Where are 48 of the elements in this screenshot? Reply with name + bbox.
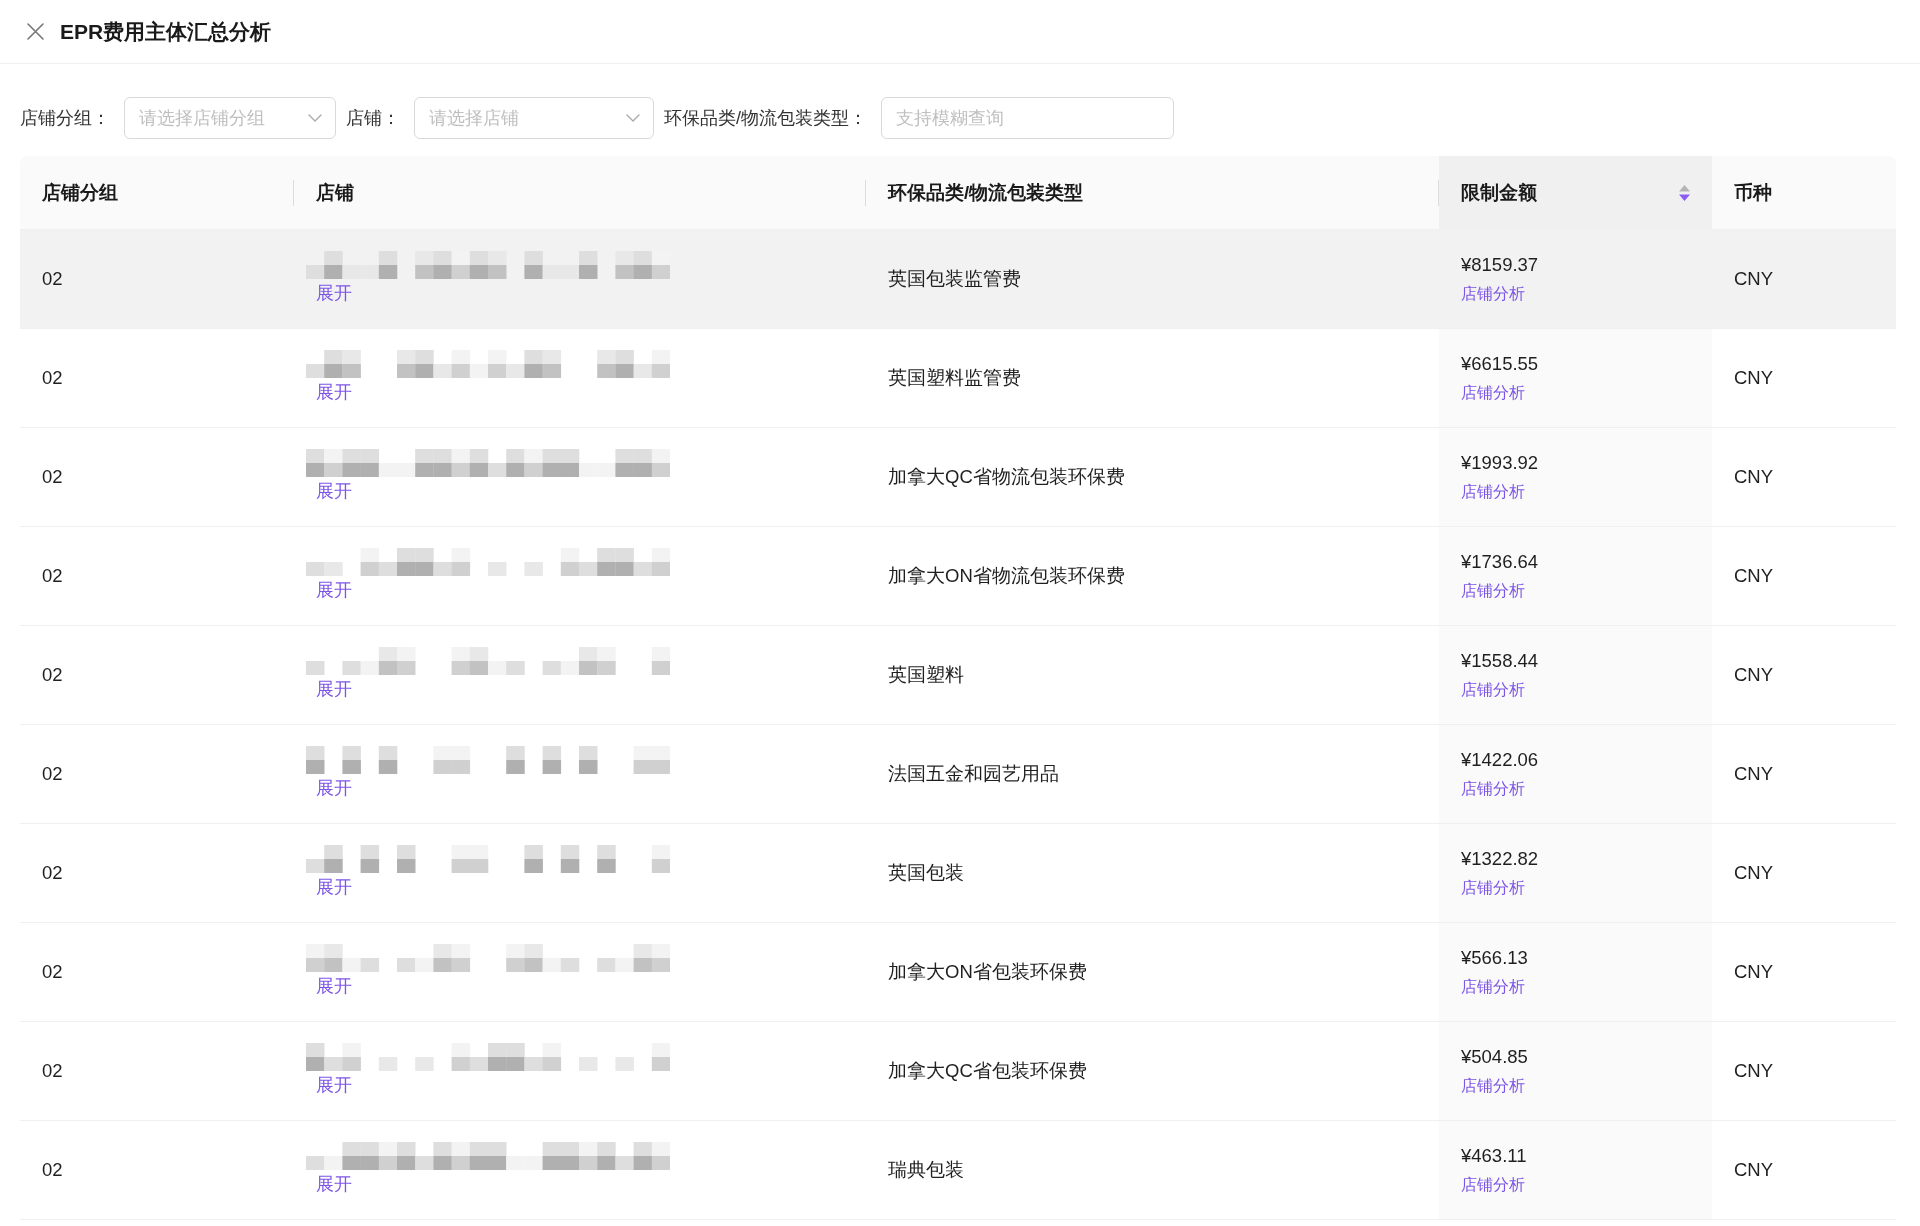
expand-link[interactable]: 展开 bbox=[316, 580, 352, 600]
column-header[interactable]: 限制金额 bbox=[1461, 178, 1537, 207]
store-analysis-link[interactable]: 店铺分析 bbox=[1461, 777, 1525, 801]
expand-link[interactable]: 展开 bbox=[316, 877, 352, 897]
select-field[interactable]: 请选择店铺分组 bbox=[124, 97, 336, 139]
expand-link[interactable]: 展开 bbox=[316, 1075, 352, 1095]
expand-link[interactable]: 展开 bbox=[316, 382, 352, 402]
column-header: 环保品类/物流包装类型 bbox=[888, 180, 1084, 205]
amount-text: ¥566.13 bbox=[1461, 946, 1529, 971]
amount-text: ¥504.85 bbox=[1461, 1045, 1529, 1070]
store-analysis-link[interactable]: 店铺分析 bbox=[1461, 975, 1525, 999]
expand-link[interactable]: 展开 bbox=[316, 283, 352, 303]
close-icon[interactable] bbox=[27, 23, 44, 40]
sort-icon[interactable] bbox=[1679, 184, 1690, 201]
amount-text: ¥1736.64 bbox=[1461, 550, 1540, 575]
table-cell: 02 bbox=[20, 1121, 294, 1220]
table-cell: CNY bbox=[1712, 1121, 1896, 1220]
expand-link[interactable]: 展开 bbox=[316, 1174, 352, 1194]
column-header: 币种 bbox=[1734, 180, 1772, 205]
filter-label: 店铺分组： bbox=[20, 106, 110, 130]
amount-text: ¥1322.82 bbox=[1461, 847, 1540, 872]
store-analysis-link[interactable]: 店铺分析 bbox=[1461, 282, 1525, 306]
filter-label: 环保品类/物流包装类型： bbox=[664, 106, 867, 130]
store-analysis-link[interactable]: 店铺分析 bbox=[1461, 579, 1525, 603]
amount-text: ¥463.11 bbox=[1461, 1144, 1528, 1169]
expand-link[interactable]: 展开 bbox=[316, 481, 352, 501]
expand-link[interactable]: 展开 bbox=[316, 976, 352, 996]
select-field[interactable]: 请选择店铺 bbox=[414, 97, 654, 139]
amount-text: ¥1422.06 bbox=[1461, 748, 1540, 773]
store-analysis-link[interactable]: 店铺分析 bbox=[1461, 480, 1525, 504]
store-analysis-link[interactable]: 店铺分析 bbox=[1461, 1173, 1525, 1197]
chevron-down-icon bbox=[308, 114, 322, 122]
filter-label: 店铺： bbox=[346, 106, 400, 130]
column-header: 店铺分组 bbox=[42, 180, 118, 205]
amount-text: ¥8159.37 bbox=[1461, 253, 1540, 278]
amount-text: ¥6615.55 bbox=[1461, 352, 1540, 377]
store-analysis-link[interactable]: 店铺分析 bbox=[1461, 876, 1525, 900]
amount-text: ¥1993.92 bbox=[1461, 451, 1540, 476]
store-analysis-link[interactable]: 店铺分析 bbox=[1461, 1074, 1525, 1098]
chevron-down-icon bbox=[626, 114, 640, 122]
store-analysis-link[interactable]: 店铺分析 bbox=[1461, 678, 1525, 702]
page-title: EPR费用主体汇总分析 bbox=[60, 18, 272, 45]
expand-link[interactable]: 展开 bbox=[316, 679, 352, 699]
expand-link[interactable]: 展开 bbox=[316, 778, 352, 798]
column-header: 店铺 bbox=[316, 180, 354, 205]
amount-text: ¥1558.44 bbox=[1461, 649, 1540, 674]
store-analysis-link[interactable]: 店铺分析 bbox=[1461, 381, 1525, 405]
search-field[interactable]: 支持模糊查询 bbox=[881, 97, 1174, 139]
